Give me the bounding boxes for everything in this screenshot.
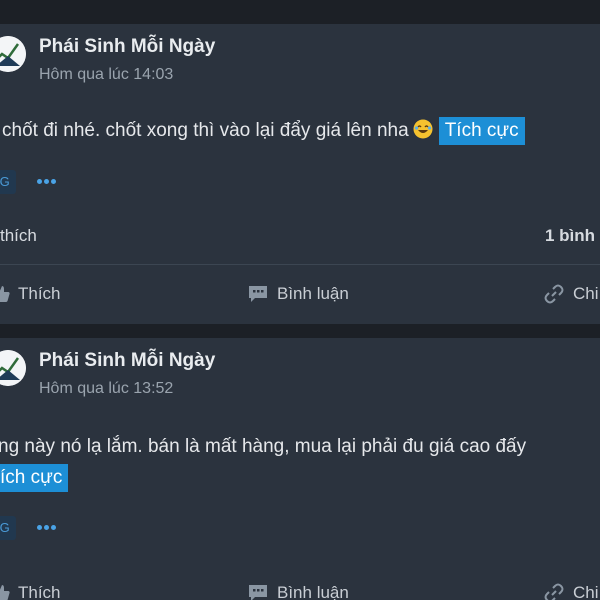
thumbs-up-icon: [0, 585, 10, 600]
comment-label: Bình luận: [277, 284, 349, 303]
comments-count[interactable]: 1 bình: [545, 226, 595, 246]
comment-icon: [249, 286, 267, 302]
like-label: Thích: [18, 583, 61, 600]
post-actions: Thích Bình luận Chi: [0, 274, 600, 314]
post-author[interactable]: Phái Sinh Mỗi Ngày: [39, 36, 215, 58]
comment-button[interactable]: Bình luận: [247, 573, 349, 600]
like-button[interactable]: Thích: [0, 274, 61, 314]
likes-count[interactable]: thích: [0, 226, 37, 246]
comment-icon: [249, 585, 267, 600]
share-button[interactable]: Chi: [543, 274, 599, 314]
source-badge[interactable]: IG: [0, 516, 16, 540]
post-card: Phái Sinh Mỗi Ngày Hôm qua lúc 13:52 ng …: [0, 338, 600, 600]
comment-label: Bình luận: [277, 583, 349, 600]
share-label: Chi: [573, 284, 599, 303]
post-timestamp[interactable]: Hôm qua lúc 14:03: [39, 66, 173, 84]
share-button[interactable]: Chi: [543, 573, 599, 600]
share-label: Chi: [573, 583, 599, 600]
laughing-emoji-icon: [413, 119, 433, 139]
post-timestamp[interactable]: Hôm qua lúc 13:52: [39, 380, 173, 398]
link-icon: [544, 583, 564, 600]
comment-button[interactable]: Bình luận: [247, 274, 349, 314]
sentiment-tag[interactable]: ích cực: [0, 464, 69, 492]
divider: [0, 264, 600, 265]
more-options-icon[interactable]: [37, 179, 57, 185]
news-feed: Phái Sinh Mỗi Ngày Hôm qua lúc 14:03 chố…: [0, 0, 600, 600]
post-text: ng này nó lạ lắm. bán là mất hàng, mua l…: [0, 436, 527, 457]
source-badge[interactable]: IG: [0, 170, 16, 194]
post-content: chốt đi nhé. chốt xong thì vào lại đẩy g…: [2, 116, 525, 146]
like-button[interactable]: Thích: [0, 573, 61, 600]
post-card: Phái Sinh Mỗi Ngày Hôm qua lúc 14:03 chố…: [0, 24, 600, 324]
post-actions: Thích Bình luận Chi: [0, 573, 600, 600]
avatar[interactable]: [0, 350, 26, 386]
post-text: chốt đi nhé. chốt xong thì vào lại đẩy g…: [2, 120, 409, 141]
like-label: Thích: [18, 284, 61, 303]
avatar[interactable]: [0, 36, 26, 72]
link-icon: [544, 284, 564, 304]
thumbs-up-icon: [0, 286, 10, 302]
more-options-icon[interactable]: [37, 525, 57, 531]
sentiment-tag[interactable]: Tích cực: [438, 117, 525, 145]
post-author[interactable]: Phái Sinh Mỗi Ngày: [39, 350, 215, 372]
